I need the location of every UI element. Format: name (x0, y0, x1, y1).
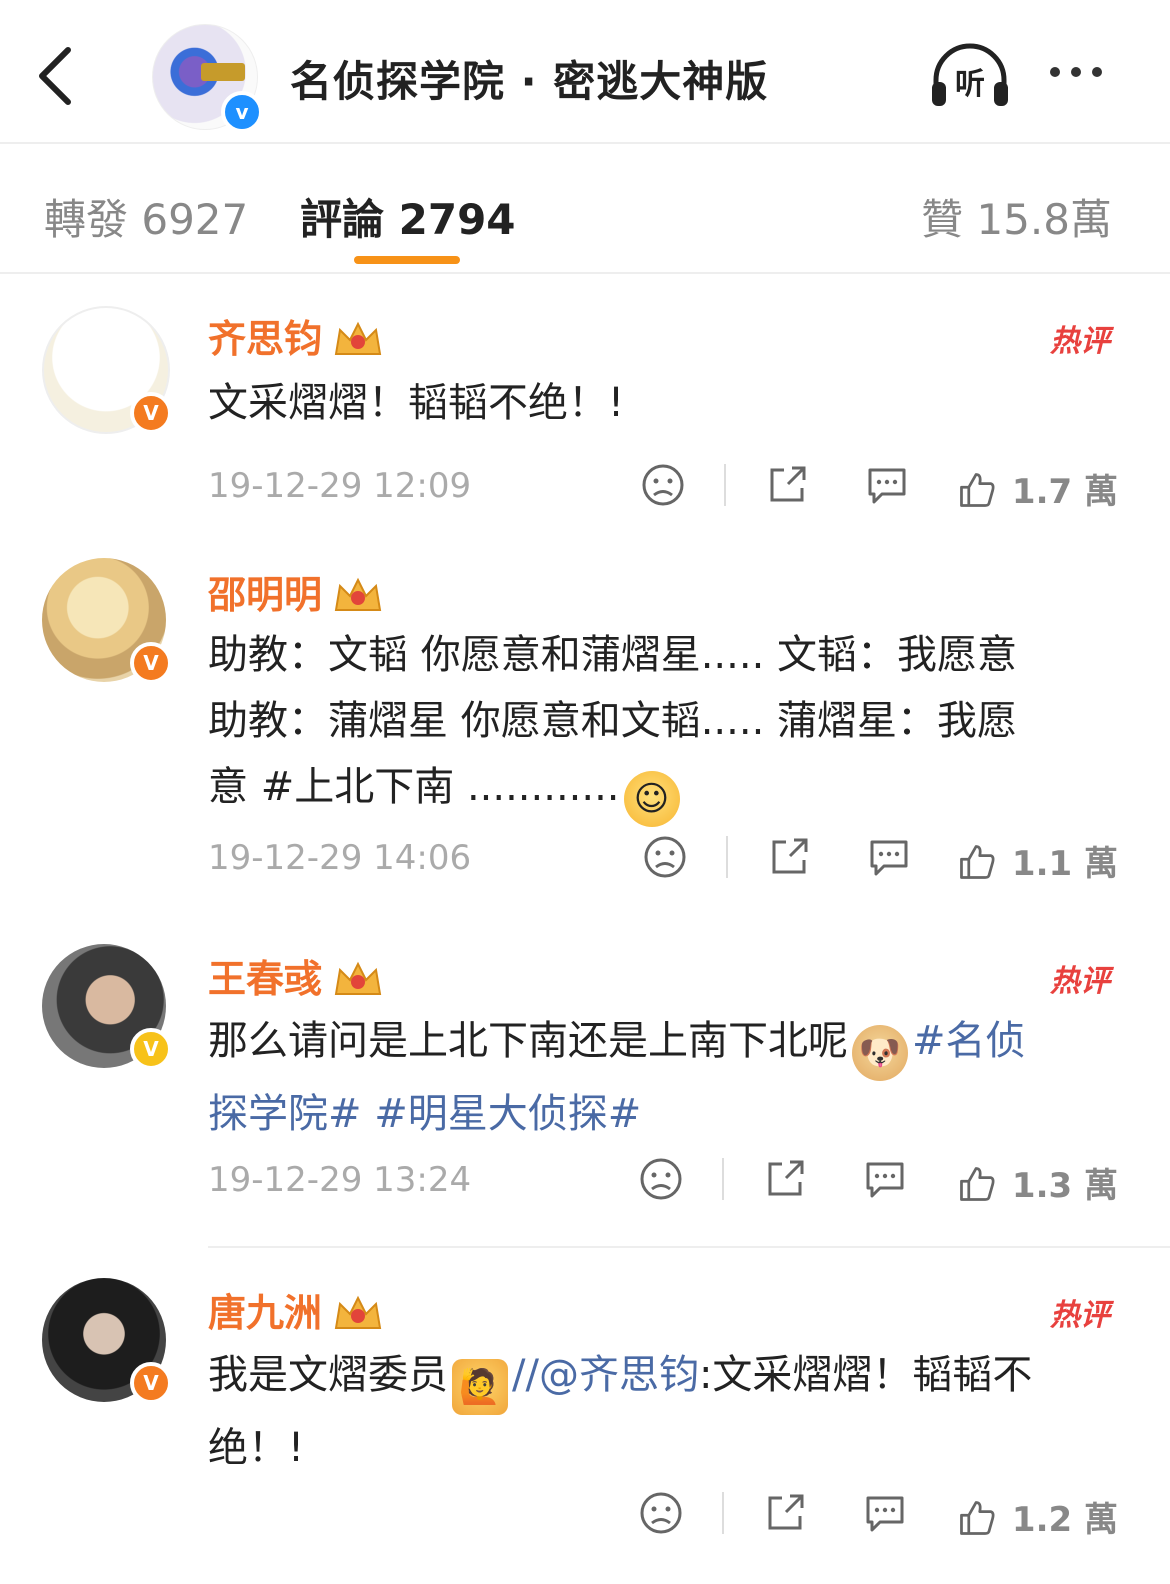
comment-line: 助教：文韬 你愿意和蒲熠星..... 文韬：我愿意 (208, 632, 1018, 678)
comment-author[interactable]: 唐九洲 (208, 1282, 384, 1337)
comment-actions: 19-12-29 13:24 1.3 萬 (208, 1154, 1118, 1207)
verified-badge-icon: v (221, 91, 263, 133)
comment-time: 19-12-29 14:06 (208, 838, 472, 878)
avatar[interactable]: V (42, 306, 172, 434)
comment-time: 19-12-29 13:24 (208, 1160, 472, 1200)
crown-icon (332, 1294, 384, 1332)
comment-author[interactable]: 王春彧 (208, 948, 384, 1003)
blushing-emoji-icon: ☺ (623, 771, 680, 827)
top-bar: v 名侦探学院 · 密逃大神版 听 (0, 0, 1170, 144)
share-icon[interactable] (762, 1490, 808, 1536)
tab-bar: 轉發 6927 評論 2794 贊 15.8萬 (0, 144, 1170, 274)
comment-text: 我是文熠委员 🙋//@齐思钧:文采熠熠！韬韬不 绝！! (208, 1342, 1118, 1481)
comment-text: 文采熠熠！韬韬不绝！! (208, 380, 625, 426)
divider (726, 836, 728, 878)
avatar[interactable]: V (42, 1278, 172, 1404)
share-icon[interactable] (764, 462, 810, 508)
reply-comment-icon[interactable] (862, 1490, 908, 1536)
mention-link[interactable]: //@齐思钧 (512, 1352, 699, 1398)
comment-author[interactable]: 齐思钧 (208, 308, 384, 363)
like-count: 1.3 萬 (1011, 1166, 1118, 1206)
like-button[interactable]: 1.7 萬 (956, 464, 1118, 513)
comment-text: 那么请问是上北下南还是上南下北呢 🐶 #名侦 探学院# #明星大侦探# (208, 1008, 1118, 1147)
page-title: 名侦探学院 · 密逃大神版 (290, 57, 769, 106)
dislike-face-icon[interactable] (640, 462, 686, 508)
share-icon[interactable] (762, 1156, 808, 1202)
reply-comment-icon[interactable] (866, 834, 912, 880)
comment-divider (208, 1246, 1170, 1248)
divider (722, 1492, 724, 1534)
thumbs-up-icon (960, 845, 995, 879)
tab-likes[interactable]: 贊 15.8萬 (921, 186, 1112, 247)
avatar[interactable]: V (42, 944, 172, 1070)
dislike-face-icon[interactable] (642, 834, 688, 880)
divider (722, 1158, 724, 1200)
share-icon[interactable] (766, 834, 812, 880)
more-dots-icon[interactable] (1050, 62, 1120, 86)
raising-hand-emoji-icon: 🙋 (452, 1359, 508, 1415)
doge-emoji-icon: 🐶 (852, 1025, 908, 1081)
tab-repost[interactable]: 轉發 6927 (44, 186, 248, 247)
like-button[interactable]: 1.1 萬 (956, 836, 1118, 885)
like-button[interactable]: 1.3 萬 (956, 1158, 1118, 1207)
reply-comment-icon[interactable] (864, 462, 910, 508)
account-avatar[interactable]: v (152, 24, 263, 133)
topic-link[interactable]: 探学院# #明星大侦探# (208, 1081, 1118, 1147)
verified-badge-icon: V (130, 1362, 172, 1404)
chevron-left-icon[interactable] (32, 44, 82, 108)
like-count: 1.2 萬 (1011, 1500, 1118, 1540)
comment-line: 我是文熠委员 🙋//@齐思钧:文采熠熠！韬韬不 (208, 1342, 1118, 1415)
thumbs-up-icon (960, 1167, 995, 1201)
comment-actions: 1.2 萬 (208, 1488, 1118, 1541)
comment-text: 助教：文韬 你愿意和蒲熠星..... 文韬：我愿意 助教：蒲熠星 你愿意和文韬.… (208, 622, 1118, 827)
logo-tag (201, 63, 245, 81)
comment-actions: 19-12-29 14:06 1.1 萬 (208, 832, 1118, 885)
reply-comment-icon[interactable] (862, 1156, 908, 1202)
like-button[interactable]: 1.2 萬 (956, 1492, 1118, 1541)
divider (724, 464, 726, 506)
dislike-face-icon[interactable] (638, 1490, 684, 1536)
verified-badge-icon: V (130, 1028, 172, 1070)
hot-comment-badge: 热评 (1050, 324, 1110, 359)
hot-comment-badge: 热评 (1050, 964, 1110, 999)
listen-label: 听 (955, 67, 985, 102)
thumbs-up-icon (960, 1501, 995, 1535)
like-count: 1.1 萬 (1011, 844, 1118, 884)
hot-comment-badge: 热评 (1050, 1298, 1110, 1333)
comment-actions: 19-12-29 12:09 1.7 萬 (208, 460, 1118, 513)
crown-icon (332, 960, 384, 998)
comment-time: 19-12-29 12:09 (208, 466, 472, 506)
comment-line: 绝！! (208, 1425, 305, 1471)
topic-link[interactable]: #名侦 (912, 1018, 1026, 1064)
dislike-face-icon[interactable] (638, 1156, 684, 1202)
like-count: 1.7 萬 (1011, 472, 1118, 512)
thumbs-up-icon (960, 473, 995, 507)
crown-icon (332, 320, 384, 358)
avatar[interactable]: V (42, 558, 172, 684)
active-tab-indicator (354, 256, 460, 264)
comment-author[interactable]: 邵明明 (208, 564, 384, 619)
comment-line: 助教：蒲熠星 你愿意和文韬..... 蒲熠星：我愿 (208, 698, 1018, 744)
comment-line: 意 #上北下南 ............ ☺ (208, 754, 1118, 827)
comment-line: 那么请问是上北下南还是上南下北呢 🐶 #名侦 (208, 1008, 1118, 1081)
tab-comments[interactable]: 評論 2794 (300, 186, 516, 247)
verified-badge-icon: V (130, 642, 172, 684)
verified-badge-icon: V (130, 392, 172, 434)
crown-icon (332, 576, 384, 614)
listen-headphones-icon[interactable]: 听 (928, 42, 1012, 108)
